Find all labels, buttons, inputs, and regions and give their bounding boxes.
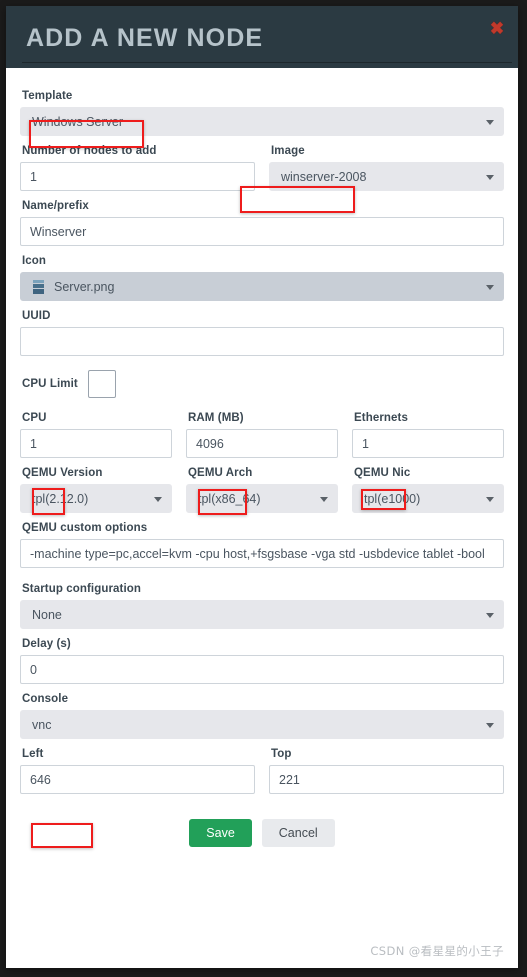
chevron-down-icon (486, 174, 494, 180)
console-label: Console (22, 693, 69, 705)
cpu-limit-label: CPU Limit (22, 378, 78, 390)
cpu-input[interactable] (20, 429, 172, 458)
field-ethernets: Ethernets (352, 412, 504, 458)
chevron-down-icon (486, 722, 494, 728)
top-label: Top (271, 748, 292, 760)
qemu-nic-label: QEMU Nic (354, 467, 411, 479)
field-name-prefix: Name/prefix (20, 200, 504, 246)
qemu-version-label: QEMU Version (22, 467, 103, 479)
watermark: CSDN @看星星的小王子 (370, 944, 504, 958)
row-qemu-selects: QEMU Version tpl(2.12.0) QEMU Arch tpl(x… (20, 467, 504, 522)
qemu-nic-value: tpl(e1000) (364, 491, 421, 506)
startup-configuration-value: None (32, 607, 62, 622)
add-node-dialog: ADD A NEW NODE ✖ Template Windows Server… (6, 6, 518, 968)
left-label: Left (22, 748, 44, 760)
image-label: Image (271, 145, 305, 157)
field-qemu-arch: QEMU Arch tpl(x86_64) (186, 467, 338, 513)
qemu-arch-select[interactable]: tpl(x86_64) (186, 484, 338, 513)
console-select[interactable]: vnc (20, 710, 504, 739)
field-ram: RAM (MB) (186, 412, 338, 458)
template-select[interactable]: Windows Server (20, 107, 504, 136)
close-icon[interactable]: ✖ (488, 20, 506, 38)
qemu-version-value: tpl(2.12.0) (32, 491, 89, 506)
cpu-limit-checkbox[interactable] (87, 370, 116, 398)
left-input[interactable] (20, 765, 255, 794)
chevron-down-icon (486, 284, 494, 290)
template-value: Windows Server (32, 114, 123, 129)
delay-input[interactable] (20, 655, 504, 684)
field-number-of-nodes: Number of nodes to add (20, 145, 255, 191)
chevron-down-icon (486, 496, 494, 502)
image-value: winserver-2008 (281, 169, 367, 184)
field-template: Template Windows Server (20, 90, 504, 136)
field-top: Top (269, 748, 504, 794)
qemu-arch-label: QEMU Arch (188, 467, 253, 479)
row-nodes-image: Number of nodes to add Image winserver-2… (20, 145, 504, 200)
field-qemu-nic: QEMU Nic tpl(e1000) (352, 467, 504, 513)
dialog-title: ADD A NEW NODE (26, 24, 264, 52)
console-value: vnc (32, 717, 52, 732)
qemu-version-select[interactable]: tpl(2.12.0) (20, 484, 172, 513)
template-label: Template (22, 90, 73, 102)
title-divider (22, 62, 512, 63)
ram-label: RAM (MB) (188, 412, 244, 424)
ram-input[interactable] (186, 429, 338, 458)
cancel-button[interactable]: Cancel (261, 819, 335, 847)
uuid-label: UUID (22, 310, 51, 322)
image-select[interactable]: winserver-2008 (269, 162, 504, 191)
top-input[interactable] (269, 765, 504, 794)
ethernets-input[interactable] (352, 429, 504, 458)
row-left-top: Left Top (20, 748, 504, 803)
number-of-nodes-label: Number of nodes to add (22, 145, 157, 157)
name-prefix-label: Name/prefix (22, 200, 89, 212)
save-button[interactable]: Save (189, 819, 252, 847)
field-left: Left (20, 748, 255, 794)
field-uuid: UUID (20, 310, 504, 356)
field-icon: Icon Server.png (20, 255, 504, 301)
qemu-nic-select[interactable]: tpl(e1000) (352, 484, 504, 513)
chevron-down-icon (486, 612, 494, 618)
icon-value: Server.png (54, 279, 115, 294)
delay-label: Delay (s) (22, 638, 71, 650)
field-cpu-limit: CPU Limit (20, 370, 504, 398)
field-startup-configuration: Startup configuration None (20, 583, 504, 629)
server-icon (32, 279, 45, 294)
startup-configuration-label: Startup configuration (22, 583, 142, 595)
dialog-header: ADD A NEW NODE ✖ (6, 6, 518, 68)
field-qemu-version: QEMU Version tpl(2.12.0) (20, 467, 172, 513)
qemu-custom-options-label: QEMU custom options (22, 522, 148, 534)
qemu-arch-value: tpl(x86_64) (198, 491, 261, 506)
field-qemu-custom-options: QEMU custom options (20, 522, 504, 568)
ethernets-label: Ethernets (354, 412, 408, 424)
screen-root: ADD A NEW NODE ✖ Template Windows Server… (0, 0, 527, 977)
field-image: Image winserver-2008 (269, 145, 504, 191)
row-cpu-ram-eth: CPU RAM (MB) Ethernets (20, 412, 504, 467)
qemu-custom-options-input[interactable] (20, 539, 504, 568)
cpu-label: CPU (22, 412, 47, 424)
name-prefix-input[interactable] (20, 217, 504, 246)
number-of-nodes-input[interactable] (20, 162, 255, 191)
field-delay: Delay (s) (20, 638, 504, 684)
uuid-input[interactable] (20, 327, 504, 356)
icon-select[interactable]: Server.png (20, 272, 504, 301)
field-console: Console vnc (20, 693, 504, 739)
field-cpu: CPU (20, 412, 172, 458)
icon-label: Icon (22, 255, 47, 267)
chevron-down-icon (154, 496, 162, 502)
startup-configuration-select[interactable]: None (20, 600, 504, 629)
dialog-body: Template Windows Server Number of nodes … (6, 68, 518, 968)
chevron-down-icon (486, 119, 494, 125)
chevron-down-icon (320, 496, 328, 502)
dialog-actions: Save Cancel (20, 819, 504, 847)
